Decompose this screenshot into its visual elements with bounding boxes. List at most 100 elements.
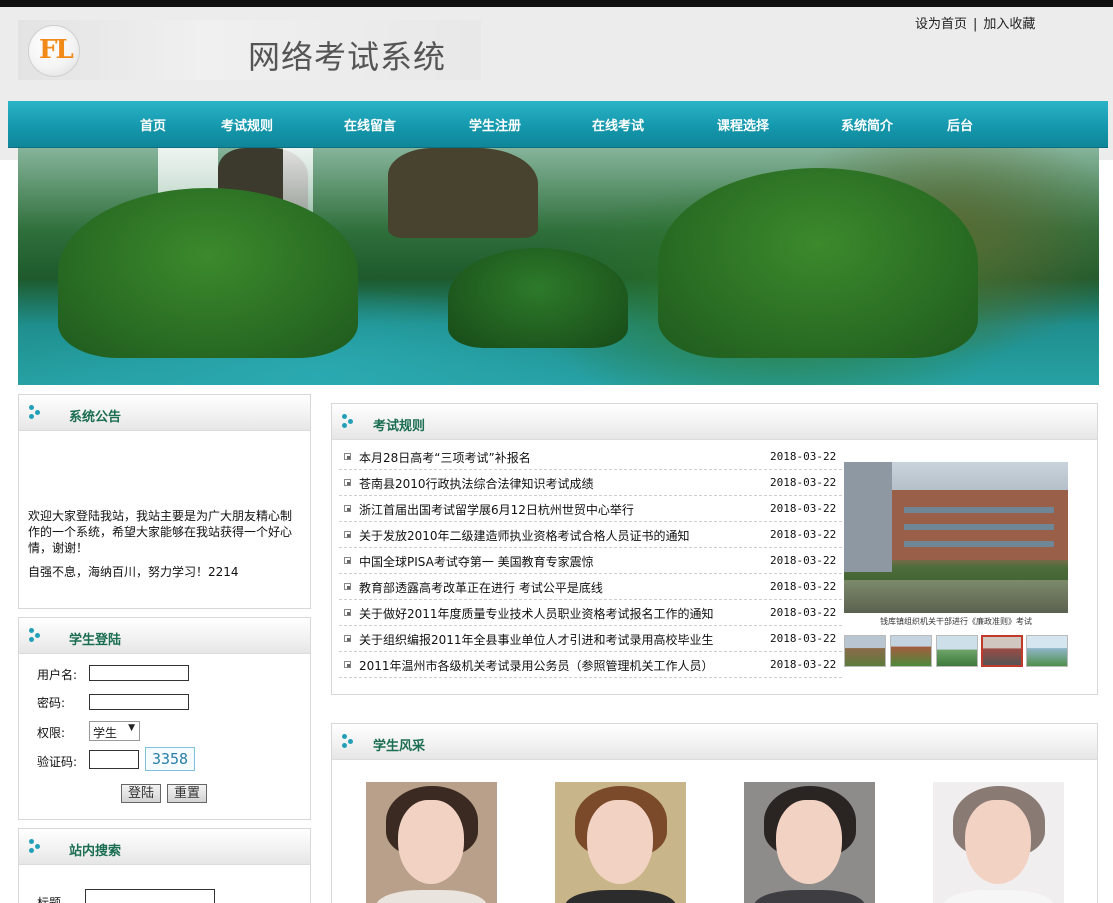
search-title-label: 标题 [37, 896, 62, 903]
photo-caption: 钱库镇组织机关干部进行《廉政准则》考试 [880, 617, 1032, 626]
landscape-banner [18, 148, 1099, 385]
thumbnail-4[interactable] [981, 635, 1023, 667]
news-title[interactable]: 浙江首届出国考试留学展6月12日杭州世贸中心举行 [359, 501, 634, 518]
news-title[interactable]: 本月28日高考“三项考试”补报名 [359, 449, 531, 466]
nav-item-exam-rules[interactable]: 考试规则 [221, 115, 273, 134]
bullet-dots-icon [29, 839, 43, 853]
photo-crowd [844, 580, 1068, 613]
thumbnail-5[interactable] [1026, 635, 1068, 667]
news-title[interactable]: 关于做好2011年度质量专业技术人员职业资格考试报名工作的通知 [359, 605, 714, 622]
list-bullet-icon [344, 453, 351, 460]
search-panel-header: 站内搜索 [19, 829, 310, 865]
thumbnail-2[interactable] [890, 635, 932, 667]
header-link-separator: | [973, 17, 978, 32]
list-bullet-icon [344, 609, 351, 616]
list-bullet-icon [344, 479, 351, 486]
username-label: 用户名: [37, 668, 78, 682]
news-date: 2018-03-22 [770, 502, 837, 515]
news-row[interactable]: 关于发放2010年二级建造师执业资格考试合格人员证书的通知 2018-03-22 [339, 522, 842, 548]
student-photo-3[interactable] [744, 782, 875, 903]
photo-window-row [904, 507, 1054, 513]
captcha-label: 验证码: [37, 755, 78, 769]
news-title[interactable]: 中国全球PISA考试夺第一 美国教育专家震惊 [359, 553, 594, 570]
add-favorite-link[interactable]: 加入收藏 [983, 17, 1035, 32]
banner-forest [448, 248, 628, 348]
student-photo-1[interactable] [366, 782, 497, 903]
photo-clothing [376, 890, 487, 903]
top-black-bar [0, 0, 1113, 7]
photo-face [587, 800, 653, 884]
news-date: 2018-03-22 [770, 450, 837, 463]
exam-rules-panel: 考试规则 本月28日高考“三项考试”补报名 2018-03-22 苍南县2010行… [331, 403, 1098, 695]
notice-title: 系统公告 [69, 410, 122, 425]
login-button[interactable]: 登陆 [121, 784, 161, 803]
list-bullet-icon [344, 505, 351, 512]
nav-item-register[interactable]: 学生注册 [469, 115, 521, 134]
set-homepage-link[interactable]: 设为首页 [915, 17, 967, 32]
news-row[interactable]: 苍南县2010行政执法综合法律知识考试成绩 2018-03-22 [339, 470, 842, 496]
logo-letters: FL [39, 35, 74, 65]
list-bullet-icon [344, 635, 351, 642]
banner-cliff [388, 148, 538, 238]
news-title[interactable]: 教育部透露高考改革正在进行 考试公平是底线 [359, 579, 603, 596]
photo-face [776, 800, 842, 884]
photo-face [965, 800, 1031, 884]
main-nav: 首页 考试规则 在线留言 学生注册 在线考试 课程选择 系统简介 后台 [8, 101, 1108, 148]
news-row[interactable]: 本月28日高考“三项考试”补报名 2018-03-22 [339, 444, 842, 470]
notice-text: 欢迎大家登陆我站，我站主要是为广大朋友精心制作的一个系统，希望大家能够在我站获得… [28, 509, 293, 555]
news-row[interactable]: 浙江首届出国考试留学展6月12日杭州世贸中心举行 2018-03-22 [339, 496, 842, 522]
news-title[interactable]: 2011年温州市各级机关考试录用公务员（参照管理机关工作人员） [359, 657, 714, 674]
nav-item-about[interactable]: 系统简介 [841, 115, 893, 134]
bullet-dots-icon [342, 414, 356, 428]
search-title-input[interactable] [85, 889, 215, 903]
login-panel: 学生登陆 用户名: 密码: 权限: 学生 ▼ 验证码: 3358 登陆 重置 [18, 617, 311, 820]
news-row[interactable]: 中国全球PISA考试夺第一 美国教育专家震惊 2018-03-22 [339, 548, 842, 574]
password-input[interactable] [89, 694, 189, 710]
notice-panel: 系统公告 欢迎大家登陆我站，我站主要是为广大朋友精心制作的一个系统，希望大家能够… [18, 394, 311, 609]
news-date: 2018-03-22 [770, 554, 837, 567]
notice-motto: 自强不息，海纳百川，努力学习！2214 [28, 565, 239, 579]
photo-face [398, 800, 464, 884]
students-panel: 学生风采 [331, 723, 1098, 903]
news-row[interactable]: 教育部透露高考改革正在进行 考试公平是底线 2018-03-22 [339, 574, 842, 600]
thumbnail-1[interactable] [844, 635, 886, 667]
login-title: 学生登陆 [69, 633, 122, 648]
username-input[interactable] [89, 665, 189, 681]
student-photo-2[interactable] [555, 782, 686, 903]
captcha-image[interactable]: 3358 [145, 747, 195, 771]
nav-item-online-exam[interactable]: 在线考试 [592, 115, 644, 134]
students-title: 学生风采 [373, 739, 426, 754]
role-select[interactable]: 学生 ▼ [89, 721, 140, 741]
news-date: 2018-03-22 [770, 632, 837, 645]
news-date: 2018-03-22 [770, 528, 837, 541]
list-bullet-icon [344, 557, 351, 564]
campus-photo[interactable] [844, 462, 1068, 613]
login-panel-header: 学生登陆 [19, 618, 310, 654]
photo-clothing [943, 890, 1054, 903]
photo-clothing [565, 890, 676, 903]
thumbnail-3[interactable] [936, 635, 978, 667]
news-row[interactable]: 关于组织编报2011年全县事业单位人才引进和考试录用高校毕业生 2018-03-2… [339, 626, 842, 652]
role-label: 权限: [37, 726, 66, 740]
site-logo[interactable]: FL [28, 25, 80, 77]
password-label: 密码: [37, 696, 66, 710]
news-title[interactable]: 苍南县2010行政执法综合法律知识考试成绩 [359, 475, 594, 492]
news-title[interactable]: 关于发放2010年二级建造师执业资格考试合格人员证书的通知 [359, 527, 690, 544]
bullet-dots-icon [29, 405, 43, 419]
news-row[interactable]: 关于做好2011年度质量专业技术人员职业资格考试报名工作的通知 2018-03-2… [339, 600, 842, 626]
nav-item-home[interactable]: 首页 [140, 115, 166, 134]
nav-item-courses[interactable]: 课程选择 [717, 115, 769, 134]
reset-button[interactable]: 重置 [167, 784, 207, 803]
nav-item-messages[interactable]: 在线留言 [344, 115, 396, 134]
student-photo-4[interactable] [933, 782, 1064, 903]
news-title[interactable]: 关于组织编报2011年全县事业单位人才引进和考试录用高校毕业生 [359, 631, 714, 648]
dropdown-arrow-icon: ▼ [128, 723, 135, 733]
banner-forest [58, 188, 358, 358]
photo-clothing [754, 890, 865, 903]
news-date: 2018-03-22 [770, 658, 837, 671]
exam-rules-panel-header: 考试规则 [332, 404, 1097, 440]
captcha-input[interactable] [89, 750, 139, 769]
bullet-dots-icon [342, 734, 356, 748]
news-row[interactable]: 2011年温州市各级机关考试录用公务员（参照管理机关工作人员） 2018-03-2… [339, 652, 842, 678]
nav-item-admin[interactable]: 后台 [947, 115, 973, 134]
